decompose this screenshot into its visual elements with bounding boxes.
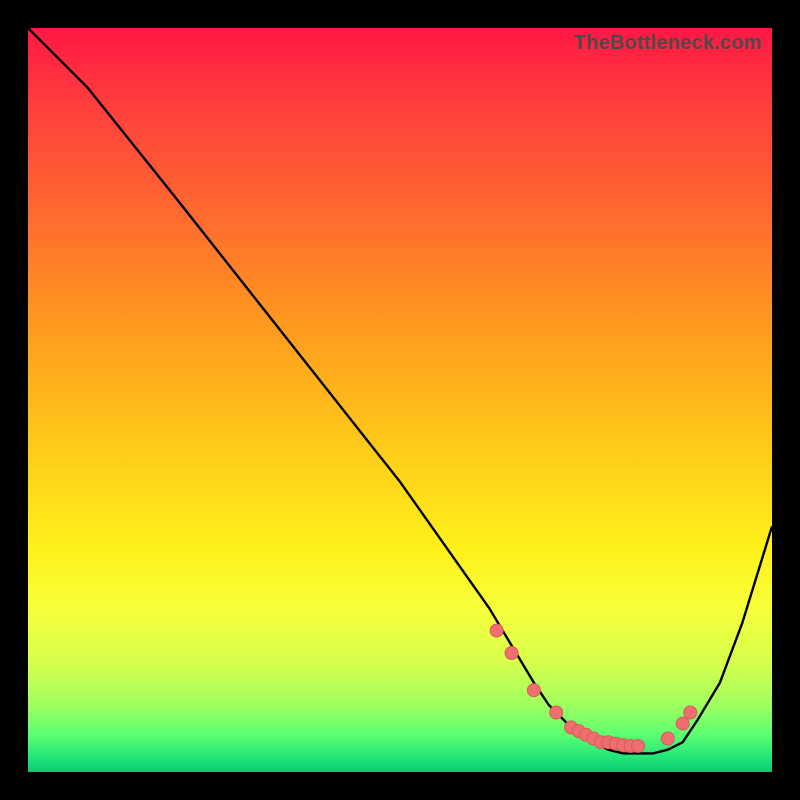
plot-area: TheBottleneck.com bbox=[28, 28, 772, 772]
curve-layer bbox=[28, 28, 772, 772]
marker-point bbox=[527, 684, 540, 697]
marker-point bbox=[684, 706, 697, 719]
marker-point bbox=[505, 647, 518, 660]
marker-point bbox=[632, 740, 645, 753]
marker-point bbox=[550, 706, 563, 719]
chart-frame: TheBottleneck.com bbox=[0, 0, 800, 800]
highlight-markers bbox=[490, 624, 697, 752]
marker-point bbox=[490, 624, 503, 637]
marker-point bbox=[676, 717, 689, 730]
bottleneck-curve bbox=[28, 28, 772, 753]
marker-point bbox=[661, 732, 674, 745]
